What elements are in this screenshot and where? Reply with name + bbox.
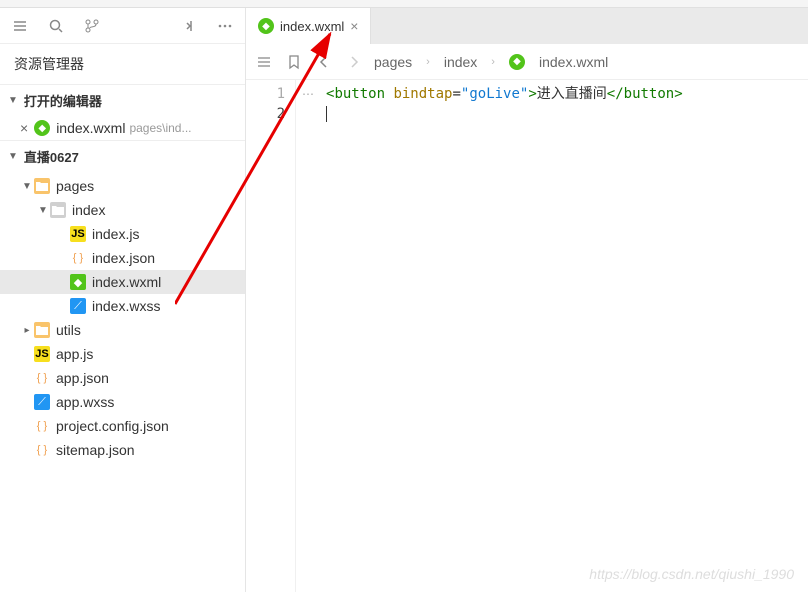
editor-panel: ◆ index.wxml × pages › index › ◆ index.w… [246, 8, 808, 592]
wxml-file-icon: ◆ [258, 18, 274, 34]
search-icon[interactable] [46, 16, 66, 36]
json-icon: { } [34, 418, 50, 434]
file-item[interactable]: ⟋ app.wxss [0, 390, 245, 414]
wxml-file-icon: ◆ [509, 54, 525, 70]
json-icon: { } [34, 370, 50, 386]
wxml-icon: ◆ [70, 274, 86, 290]
folder-item[interactable]: ▼ pages [0, 174, 245, 198]
breadcrumb-bar: pages › index › ◆ index.wxml [246, 44, 808, 80]
explorer-toolbar [0, 8, 245, 44]
tree-item-label: pages [56, 178, 94, 194]
tab-label: index.wxml [280, 19, 344, 34]
chevron-right-icon: ▸ [20, 325, 34, 336]
tree-item-label: app.json [56, 370, 109, 386]
cursor [326, 106, 327, 122]
line-number: 1 [246, 84, 285, 104]
tab-bar: ◆ index.wxml × [246, 8, 808, 44]
wxss-icon: ⟋ [70, 298, 86, 314]
wxss-icon: ⟋ [34, 394, 50, 410]
open-editors-label: 打开的编辑器 [24, 91, 102, 110]
tree-item-label: app.wxss [56, 394, 114, 410]
js-icon: JS [34, 346, 50, 362]
bookmark-icon[interactable] [284, 52, 304, 72]
tree-item-label: app.js [56, 346, 93, 362]
explorer-title: 资源管理器 [0, 44, 245, 84]
breadcrumb-item[interactable]: index [444, 54, 477, 70]
collapse-icon[interactable] [179, 16, 199, 36]
code-editor[interactable]: 1 2 ⋯ <button bindtap="goLive">进入直播间</bu… [246, 80, 808, 592]
tab-index-wxml[interactable]: ◆ index.wxml × [246, 8, 371, 44]
forward-icon[interactable] [344, 52, 364, 72]
file-item[interactable]: { } project.config.json [0, 414, 245, 438]
chevron-right-icon: › [426, 56, 430, 68]
open-editors-list: × ◆ index.wxml pages\ind... [0, 116, 245, 140]
tree-item-label: index.wxml [92, 274, 161, 290]
folder-item[interactable]: ▸ utils [0, 318, 245, 342]
open-editors-header[interactable]: ▼ 打开的编辑器 [0, 84, 245, 116]
chevron-down-icon: ▼ [20, 181, 34, 192]
project-label: 直播0627 [24, 147, 79, 166]
file-item[interactable]: { } index.json [0, 246, 245, 270]
file-item[interactable]: { } sitemap.json [0, 438, 245, 462]
tree-item-label: utils [56, 322, 81, 338]
chevron-down-icon: ▼ [8, 95, 18, 106]
close-icon[interactable]: × [350, 18, 358, 34]
file-item[interactable]: ⟋ index.wxss [0, 294, 245, 318]
tree-item-label: index.json [92, 250, 155, 266]
tree-item-label: index [72, 202, 105, 218]
wxml-file-icon: ◆ [34, 120, 50, 136]
tree-item-label: index.js [92, 226, 139, 242]
file-item[interactable]: ◆ index.wxml [0, 270, 245, 294]
json-icon: { } [34, 442, 50, 458]
tree-item-label: index.wxss [92, 298, 160, 314]
file-item[interactable]: { } app.json [0, 366, 245, 390]
file-item[interactable]: JS app.js [0, 342, 245, 366]
breadcrumb-item[interactable]: pages [374, 54, 412, 70]
back-icon[interactable] [314, 52, 334, 72]
file-item[interactable]: JS index.js [0, 222, 245, 246]
folder-item[interactable]: ▼ index [0, 198, 245, 222]
breadcrumb-item[interactable]: index.wxml [539, 54, 608, 70]
close-icon[interactable]: × [20, 120, 28, 136]
code-content[interactable]: <button bindtap="goLive">进入直播间</button> [320, 80, 808, 592]
line-number: 2 [246, 104, 285, 124]
js-icon: JS [70, 226, 86, 242]
tree-item-label: sitemap.json [56, 442, 135, 458]
watermark: https://blog.csdn.net/qiushi_1990 [589, 566, 794, 582]
folder-open-icon [50, 202, 66, 218]
chevron-right-icon: › [491, 56, 495, 68]
chevron-down-icon: ▼ [36, 205, 50, 216]
top-menu [0, 0, 808, 8]
branch-icon[interactable] [82, 16, 102, 36]
tree-item-label: project.config.json [56, 418, 169, 434]
json-icon: { } [70, 250, 86, 266]
file-tree: ▼ pages ▼ index JS index.js { } index.json ◆ inde… [0, 172, 245, 464]
list-icon[interactable] [254, 52, 274, 72]
folder-icon [34, 178, 50, 194]
folder-icon [34, 322, 50, 338]
open-editor-item[interactable]: × ◆ index.wxml pages\ind... [0, 116, 245, 140]
explorer-panel: 资源管理器 ▼ 打开的编辑器 × ◆ index.wxml pages\ind.… [0, 8, 246, 592]
line-gutter: 1 2 [246, 80, 296, 592]
project-header[interactable]: ▼ 直播0627 [0, 140, 245, 172]
open-editor-name: index.wxml [56, 120, 125, 136]
open-editor-path: pages\ind... [129, 121, 191, 135]
menu-icon[interactable] [10, 16, 30, 36]
more-icon[interactable] [215, 16, 235, 36]
main-container: 资源管理器 ▼ 打开的编辑器 × ◆ index.wxml pages\ind.… [0, 8, 808, 592]
fold-column: ⋯ [296, 80, 320, 592]
chevron-down-icon: ▼ [8, 151, 18, 162]
